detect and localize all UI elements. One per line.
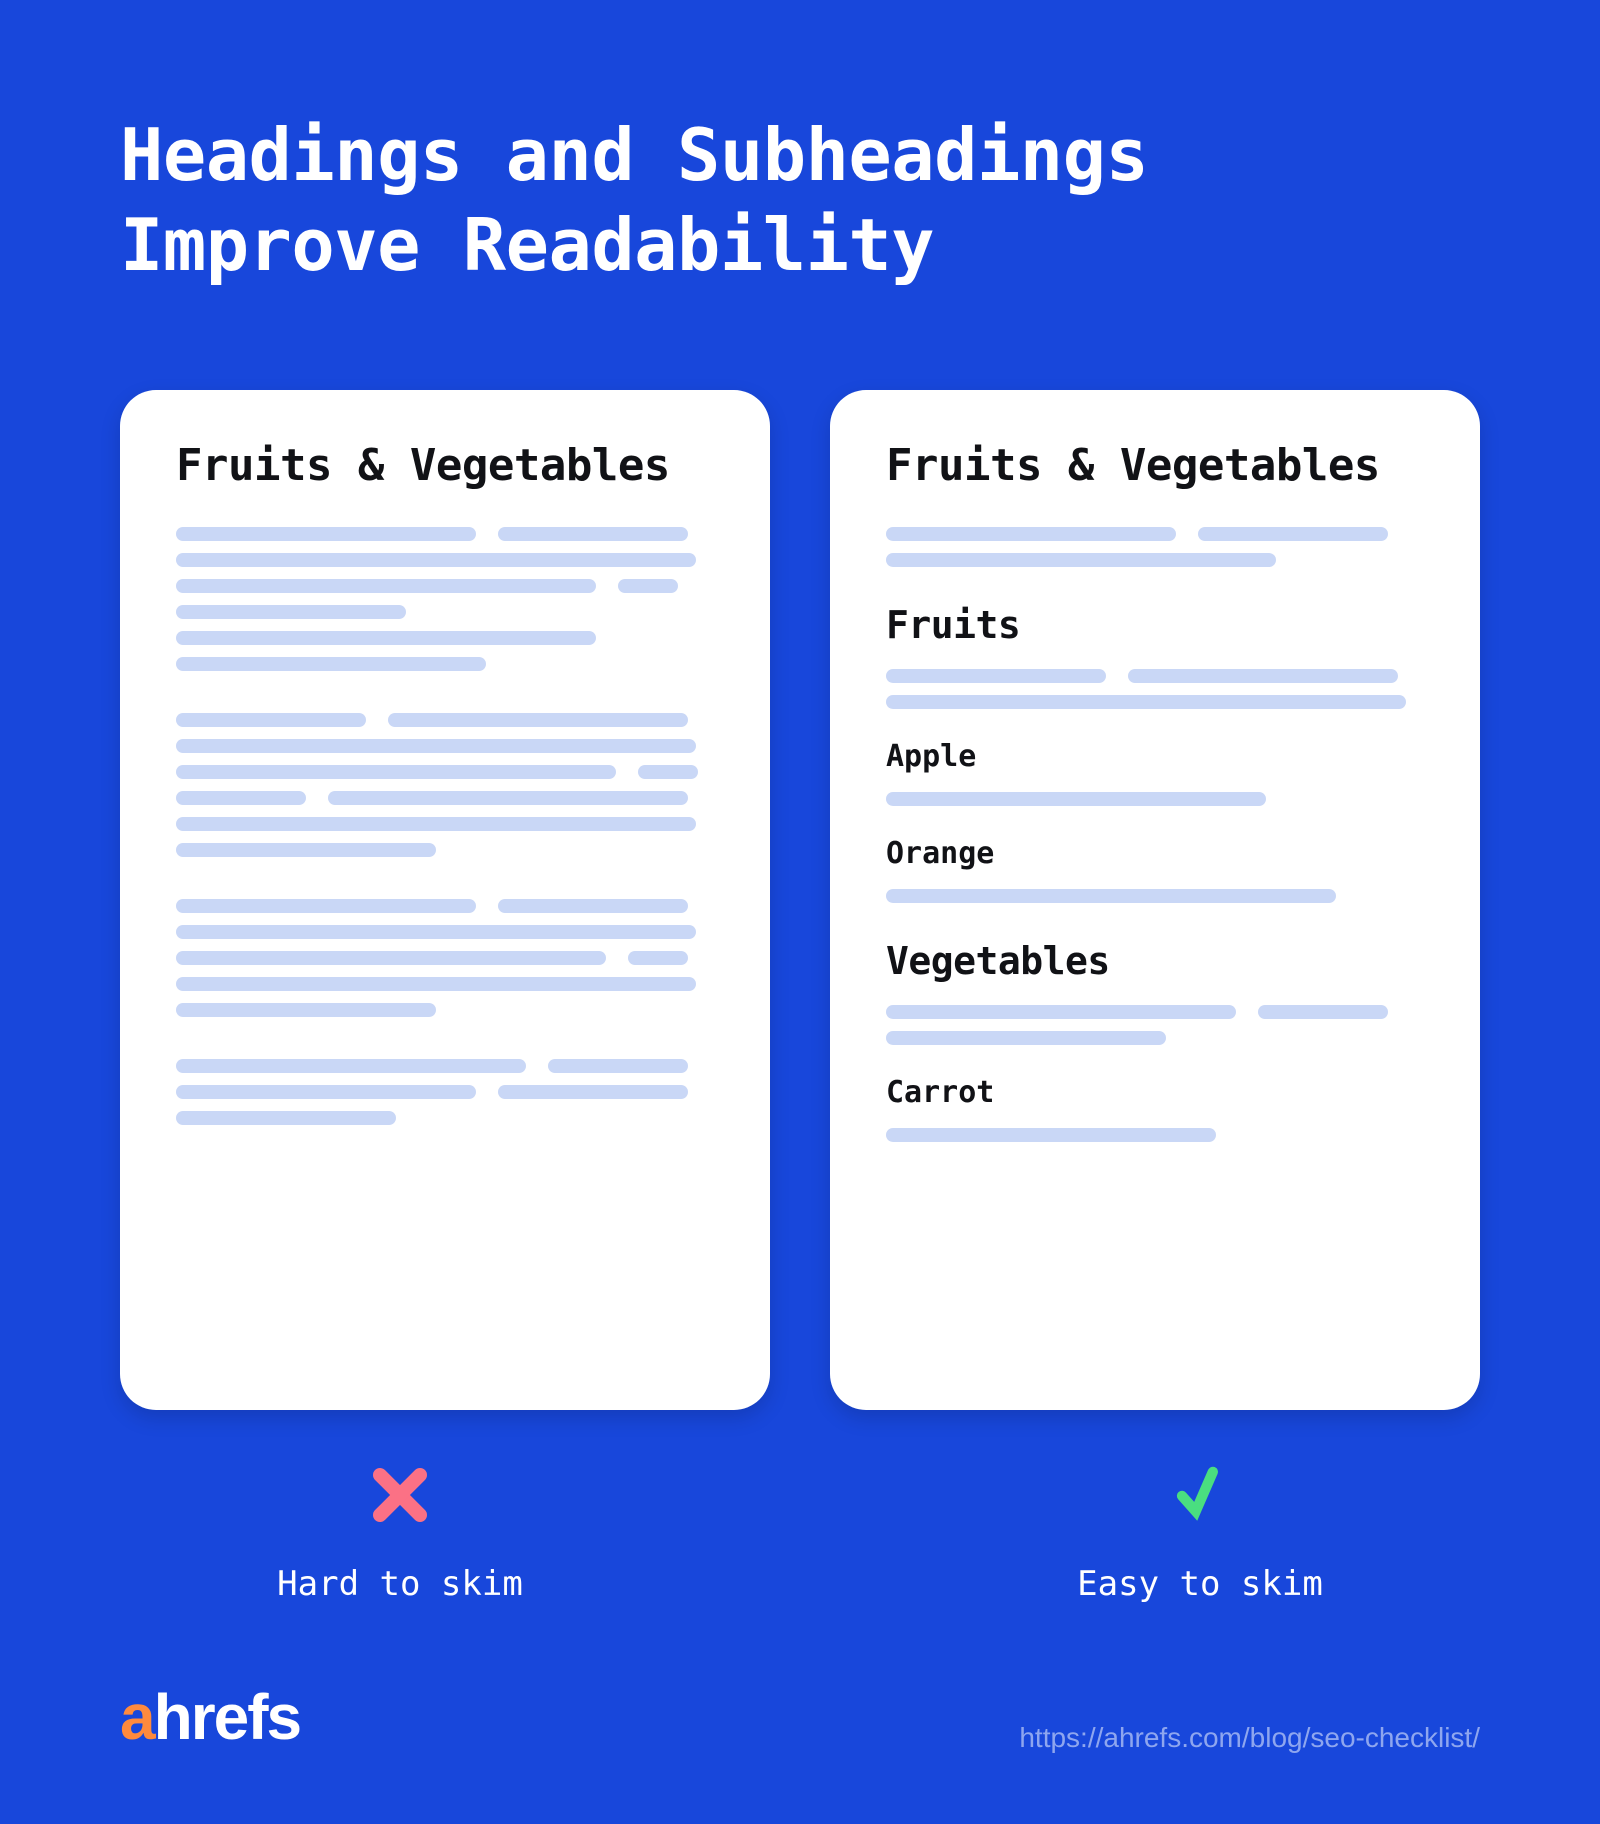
placeholder-paragraph [886, 527, 1424, 567]
comparison-cards: Fruits & Vegetables [120, 390, 1480, 1410]
status-hard: Hard to skim [0, 1460, 800, 1604]
subheading-vegetables: Vegetables [886, 939, 1424, 983]
card-hard-to-skim: Fruits & Vegetables [120, 390, 770, 1410]
page-title: Headings and SubheadingsImprove Readabil… [120, 110, 1148, 290]
brand-rest: hrefs [154, 1681, 301, 1753]
subheading-apple: Apple [886, 739, 1424, 774]
subheading-orange: Orange [886, 836, 1424, 871]
card-easy-to-skim: Fruits & Vegetables Fruits Apple Orange … [830, 390, 1480, 1410]
check-icon [1165, 1460, 1235, 1530]
status-row: Hard to skim Easy to skim [0, 1460, 1600, 1604]
status-label: Easy to skim [1077, 1564, 1323, 1604]
placeholder-paragraph [886, 669, 1424, 709]
placeholder-paragraph [176, 1059, 714, 1125]
brand-logo: ahrefs [120, 1680, 300, 1754]
placeholder-paragraph [886, 1128, 1424, 1142]
placeholder-paragraph [886, 1005, 1424, 1045]
placeholder-paragraph [176, 713, 714, 857]
footer: ahrefs https://ahrefs.com/blog/seo-check… [0, 1680, 1600, 1754]
placeholder-paragraph [176, 899, 714, 1017]
brand-a: a [120, 1681, 154, 1753]
card-title: Fruits & Vegetables [176, 440, 714, 491]
status-easy: Easy to skim [800, 1460, 1600, 1604]
source-url: https://ahrefs.com/blog/seo-checklist/ [1019, 1722, 1480, 1754]
placeholder-paragraph [886, 792, 1424, 806]
cross-icon [365, 1460, 435, 1530]
placeholder-paragraph [176, 527, 714, 671]
subheading-fruits: Fruits [886, 603, 1424, 647]
subheading-carrot: Carrot [886, 1075, 1424, 1110]
status-label: Hard to skim [277, 1564, 523, 1604]
card-title: Fruits & Vegetables [886, 440, 1424, 491]
placeholder-paragraph [886, 889, 1424, 903]
